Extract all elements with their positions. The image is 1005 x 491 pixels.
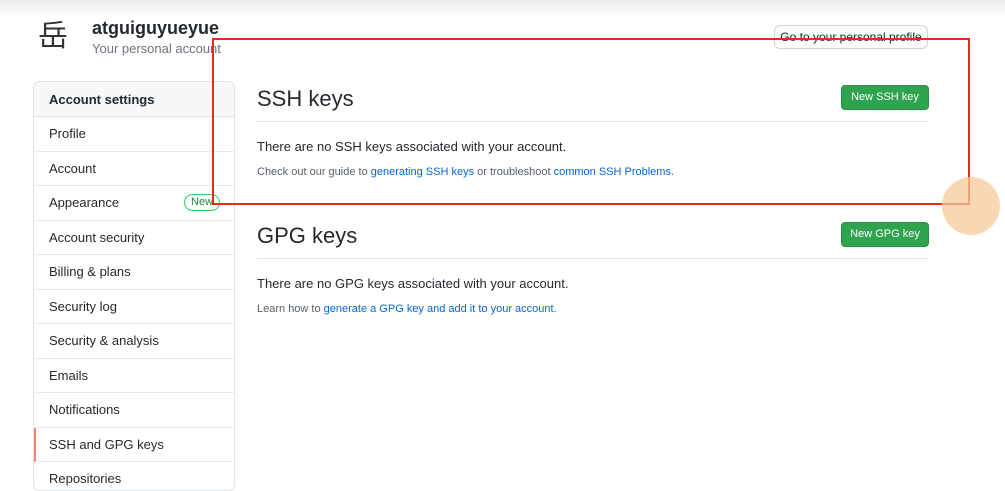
sidebar-item-security-analysis[interactable]: Security & analysis xyxy=(34,324,234,359)
sidebar-item-account-security[interactable]: Account security xyxy=(34,221,234,255)
sidebar-item-ssh-gpg-keys[interactable]: SSH and GPG keys xyxy=(34,427,234,462)
sidebar-item-label: Emails xyxy=(49,367,89,383)
sidebar-item-label: Security log xyxy=(49,298,117,314)
annotation-highlight-box xyxy=(212,38,970,205)
sidebar-item-profile[interactable]: Profile xyxy=(34,117,234,152)
cursor-highlight xyxy=(942,177,1000,235)
sidebar-item-security-log[interactable]: Security log xyxy=(34,290,234,324)
new-gpg-key-button[interactable]: New GPG key xyxy=(841,222,929,247)
sidebar-item-label: Profile xyxy=(49,126,86,141)
sidebar-item-label: SSH and GPG keys xyxy=(49,436,164,452)
sidebar-item-label: Account xyxy=(49,160,96,176)
gpg-keys-title: GPG keys xyxy=(257,223,358,248)
gpg-empty-message: There are no GPG keys associated with yo… xyxy=(257,276,569,291)
sidebar-item-account[interactable]: Account xyxy=(34,152,234,186)
sidebar-header: Account settings xyxy=(34,82,234,117)
sidebar-item-label: Appearance xyxy=(49,195,120,210)
gpg-divider xyxy=(257,258,928,259)
gpg-hint-suffix: . xyxy=(553,303,557,315)
sidebar-item-repositories[interactable]: Repositories xyxy=(34,462,234,490)
gpg-hint: Learn how to generate a GPG key and add … xyxy=(257,303,557,315)
sidebar-item-appearance[interactable]: Appearance New xyxy=(34,186,234,221)
sidebar-item-label: Security & analysis xyxy=(49,333,159,348)
sidebar-item-billing[interactable]: Billing & plans xyxy=(34,255,234,290)
settings-sidebar: Account settings Profile Account Appeara… xyxy=(33,81,235,491)
sidebar-item-label: Account security xyxy=(49,229,145,245)
top-shadow xyxy=(0,0,1005,16)
avatar[interactable]: 岳 xyxy=(38,20,72,54)
sidebar-item-label: Billing & plans xyxy=(49,264,131,279)
generate-gpg-key-link[interactable]: generate a GPG key and add it to your ac… xyxy=(324,303,554,315)
gpg-hint-prefix: Learn how to xyxy=(257,303,324,315)
sidebar-item-emails[interactable]: Emails xyxy=(34,359,234,393)
sidebar-item-notifications[interactable]: Notifications xyxy=(34,393,234,428)
sidebar-item-label: Notifications xyxy=(49,402,120,417)
username: atguiguyueyue xyxy=(92,18,220,38)
account-type-label: Your personal account xyxy=(92,41,221,56)
